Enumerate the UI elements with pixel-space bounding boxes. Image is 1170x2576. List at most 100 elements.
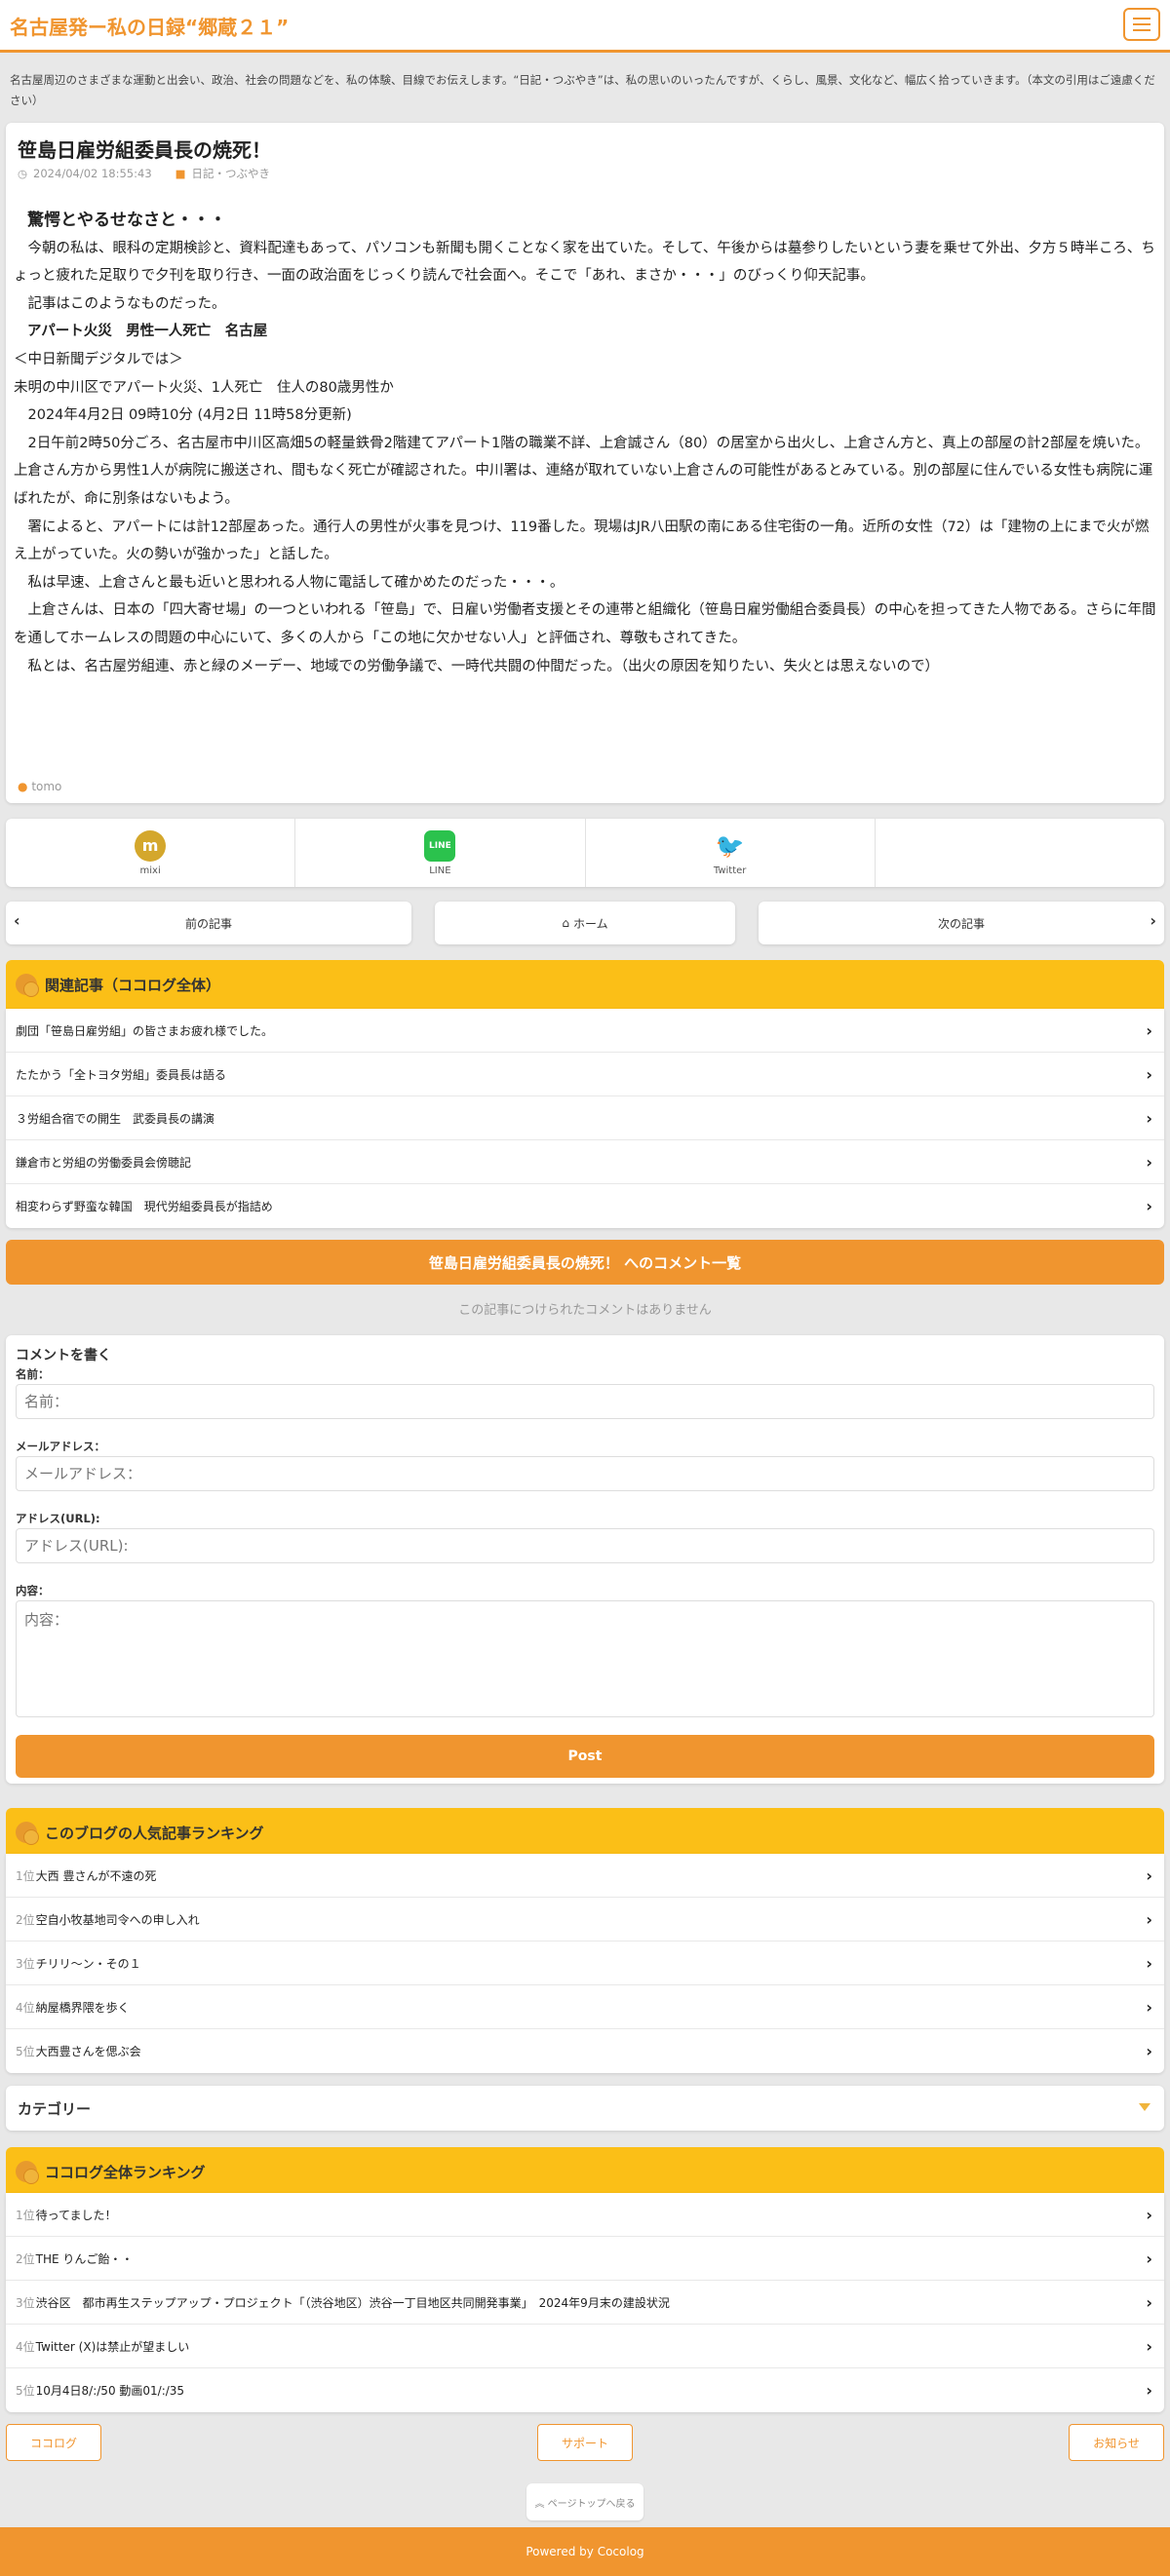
share-line-button[interactable]: LINE LINE: [295, 819, 586, 887]
share-twitter-button[interactable]: 🐦 Twitter: [586, 819, 876, 887]
notice-link-button[interactable]: お知らせ: [1069, 2424, 1164, 2461]
chevron-right-icon: ›: [1146, 1909, 1152, 1929]
name-input[interactable]: [16, 1384, 1154, 1419]
list-item[interactable]: 1位 待ってました！ ›: [6, 2193, 1164, 2237]
article-heading: 驚愕とやるせなさと・・・: [27, 211, 226, 230]
share-twitter-label: Twitter: [713, 865, 747, 876]
comment-list-header: 笹島日雇労組委員長の焼死！ へのコメント一覧: [6, 1240, 1164, 1285]
category-title: カテゴリー: [18, 2099, 92, 2118]
news-paragraph: 署によると、アパートには計12部屋あった。通行人の男性が火事を見つけ、119番し…: [14, 519, 1150, 563]
list-item[interactable]: 5位 大西豊さんを偲ぶ会 ›: [6, 2029, 1164, 2073]
rank-number: 3位: [16, 2295, 35, 2310]
comment-form-title: コメントを書く: [16, 1348, 111, 1364]
site-title[interactable]: 名古屋発ー私の日録“郷蔵２１”: [10, 12, 289, 40]
share-mixi-button[interactable]: m mixi: [6, 819, 296, 887]
chevron-right-icon: ›: [1146, 1997, 1152, 2017]
related-title: 関連記事（ココログ全体）: [45, 976, 221, 994]
home-button[interactable]: ⌂ ホーム: [435, 902, 735, 944]
list-item-label: 空自小牧基地司令への申し入れ: [35, 1912, 200, 1927]
article-author: ● tomo: [18, 780, 61, 793]
share-bar: m mixi LINE LINE 🐦 Twitter: [6, 819, 1164, 887]
list-item-label: 相変わらず野蛮な韓国 現代労組委員長が指詰め: [16, 1200, 273, 1213]
rank-number: 3位: [16, 1956, 35, 1971]
email-input[interactable]: [16, 1456, 1154, 1491]
list-item[interactable]: ３労組合宿での開生 武委員長の講演 ›: [6, 1096, 1164, 1140]
chevron-right-icon: ›: [1146, 1953, 1152, 1973]
content-textarea[interactable]: [16, 1600, 1154, 1717]
blog-ranking-list: 1位 大西 豊さんが不遠の死 › 2位 空自小牧基地司令への申し入れ › 3位 チリリ〜ン…: [6, 1854, 1164, 2073]
post-button[interactable]: Post: [16, 1735, 1154, 1778]
cocolog-link-button[interactable]: ココログ: [6, 2424, 101, 2461]
list-item[interactable]: 1位 大西 豊さんが不遠の死 ›: [6, 1854, 1164, 1898]
menu-icon-bar: [1133, 23, 1150, 25]
home-label: ホーム: [572, 916, 608, 931]
list-item[interactable]: 相変わらず野蛮な韓国 現代労組委員長が指詰め ›: [6, 1184, 1164, 1228]
menu-button[interactable]: [1123, 8, 1160, 41]
article-card: 笹島日雇労組委員長の焼死！ ◷ 2024/04/02 18:55:43 ■ 日記…: [6, 123, 1164, 803]
chevron-right-icon: ›: [1146, 2336, 1152, 2356]
no-comment-text: この記事につけられたコメントはありません: [458, 1303, 712, 1318]
author-name[interactable]: tomo: [31, 780, 61, 793]
mixi-icon: m: [135, 829, 167, 862]
list-item-label: 納屋橋界隈を歩く: [35, 2000, 130, 2015]
rank-number: 5位: [16, 2045, 35, 2058]
article-date: 2024/04/02 18:55:43: [33, 167, 152, 180]
rank-number: 4位: [16, 2339, 35, 2354]
chevron-right-icon: ›: [1146, 1108, 1152, 1128]
article-title: 笹島日雇労組委員長の焼死！: [18, 138, 271, 162]
powered-by-link[interactable]: Powered by Cocolog: [526, 2545, 644, 2558]
url-input[interactable]: [16, 1528, 1154, 1563]
chevron-right-icon: ›: [1146, 1064, 1152, 1084]
list-item[interactable]: 5位 10月4日8/:/50 動画01/:/35 ›: [6, 2368, 1164, 2412]
footer-bar: Powered by Cocolog: [0, 2527, 1170, 2576]
list-item-label: チリリ〜ン・その１: [35, 1956, 141, 1971]
cocolog-coin-icon: [16, 974, 39, 997]
list-item[interactable]: 2位 空自小牧基地司令への申し入れ ›: [6, 1898, 1164, 1942]
page-top-button[interactable]: ︽ ページトップへ戻る: [526, 2483, 644, 2520]
prev-article-button[interactable]: ‹ 前の記事: [6, 902, 411, 944]
list-item[interactable]: 劇団「笹島日雇労組」の皆さまお疲れ様でした。 ›: [6, 1009, 1164, 1053]
list-item[interactable]: 鎌倉市と労組の労働委員会傍聴記 ›: [6, 1140, 1164, 1184]
share-line-label: LINE: [429, 865, 451, 876]
clock-icon: ◷: [18, 167, 28, 180]
chevron-left-icon: ‹: [14, 911, 20, 930]
article-body: 驚愕とやるせなさと・・・ 今朝の私は、眼科の定期検診と、資料配達もあって、パソコ…: [14, 207, 1156, 680]
news-lead: 未明の中川区でアパート火災、1人死亡 住人の80歳男性か: [14, 379, 394, 396]
list-item-label: ３労組合宿での開生 武委員長の講演: [16, 1111, 215, 1126]
list-item-label: 10月4日8/:/50 動画01/:/35: [35, 2384, 185, 2398]
comment-form: コメントを書く 名前： メールアドレス： アドレス(URL): 内容： Post: [6, 1335, 1164, 1784]
list-item[interactable]: 4位 Twitter (X)は禁止が望ましい ›: [6, 2325, 1164, 2368]
prev-article-label: 前の記事: [184, 916, 232, 931]
category-toggle[interactable]: カテゴリー: [6, 2086, 1164, 2131]
article-category[interactable]: 日記・つぶやき: [192, 166, 271, 181]
chevron-right-icon: ›: [1146, 1020, 1152, 1040]
share-empty-slot: [876, 819, 1164, 887]
chevron-right-icon: ›: [1150, 911, 1156, 930]
chevron-right-icon: ›: [1146, 2205, 1152, 2224]
rank-number: 2位: [16, 2251, 35, 2266]
list-item-label: THE りんご飴・・: [35, 2251, 134, 2266]
cocolog-ranking-header: ココログ全体ランキング: [6, 2147, 1164, 2196]
support-link-button[interactable]: サポート: [537, 2424, 633, 2461]
article-paragraph: 今朝の私は、眼科の定期検診と、資料配達もあって、パソコンも新聞も開くことなく家を…: [14, 240, 1155, 285]
list-item[interactable]: 3位 渋谷区 都市再生ステップアップ・プロジェクト「（渋谷地区）渋谷一丁目地区共同…: [6, 2281, 1164, 2325]
cocolog-coin-icon: [16, 1822, 39, 1845]
next-article-label: 次の記事: [937, 916, 985, 931]
twitter-bird-icon: 🐦: [714, 829, 746, 862]
cocolog-ranking-list: 1位 待ってました！ › 2位 THE りんご飴・・ › 3位 渋谷区 都市再生ステップア…: [6, 2193, 1164, 2412]
list-item[interactable]: 4位 納屋橋界隈を歩く ›: [6, 1985, 1164, 2029]
list-item[interactable]: たたかう「全トヨタ労組」委員長は語る ›: [6, 1053, 1164, 1096]
chevron-right-icon: ›: [1146, 1152, 1152, 1172]
share-mixi-label: mixi: [139, 865, 161, 876]
menu-icon-bar: [1133, 29, 1150, 31]
article-meta: ◷ 2024/04/02 18:55:43 ■ 日記・つぶやき: [18, 166, 270, 181]
chevron-right-icon: ›: [1146, 2042, 1152, 2060]
next-article-button[interactable]: 次の記事 ›: [759, 902, 1164, 944]
chevron-right-icon: ›: [1146, 2249, 1152, 2268]
rank-number: 1位: [16, 2208, 35, 2222]
list-item[interactable]: 2位 THE りんご飴・・ ›: [6, 2237, 1164, 2281]
list-item[interactable]: 3位 チリリ〜ン・その１ ›: [6, 1942, 1164, 1985]
news-paragraph: 2日午前2時50分ごろ、名古屋市中川区高畑5の軽量鉄骨2階建てアパート1階の職業…: [14, 435, 1153, 507]
url-label: アドレス(URL):: [16, 1512, 100, 1525]
related-list: 劇団「笹島日雇労組」の皆さまお疲れ様でした。 › たたかう「全トヨタ労組」委員長は…: [6, 1009, 1164, 1228]
